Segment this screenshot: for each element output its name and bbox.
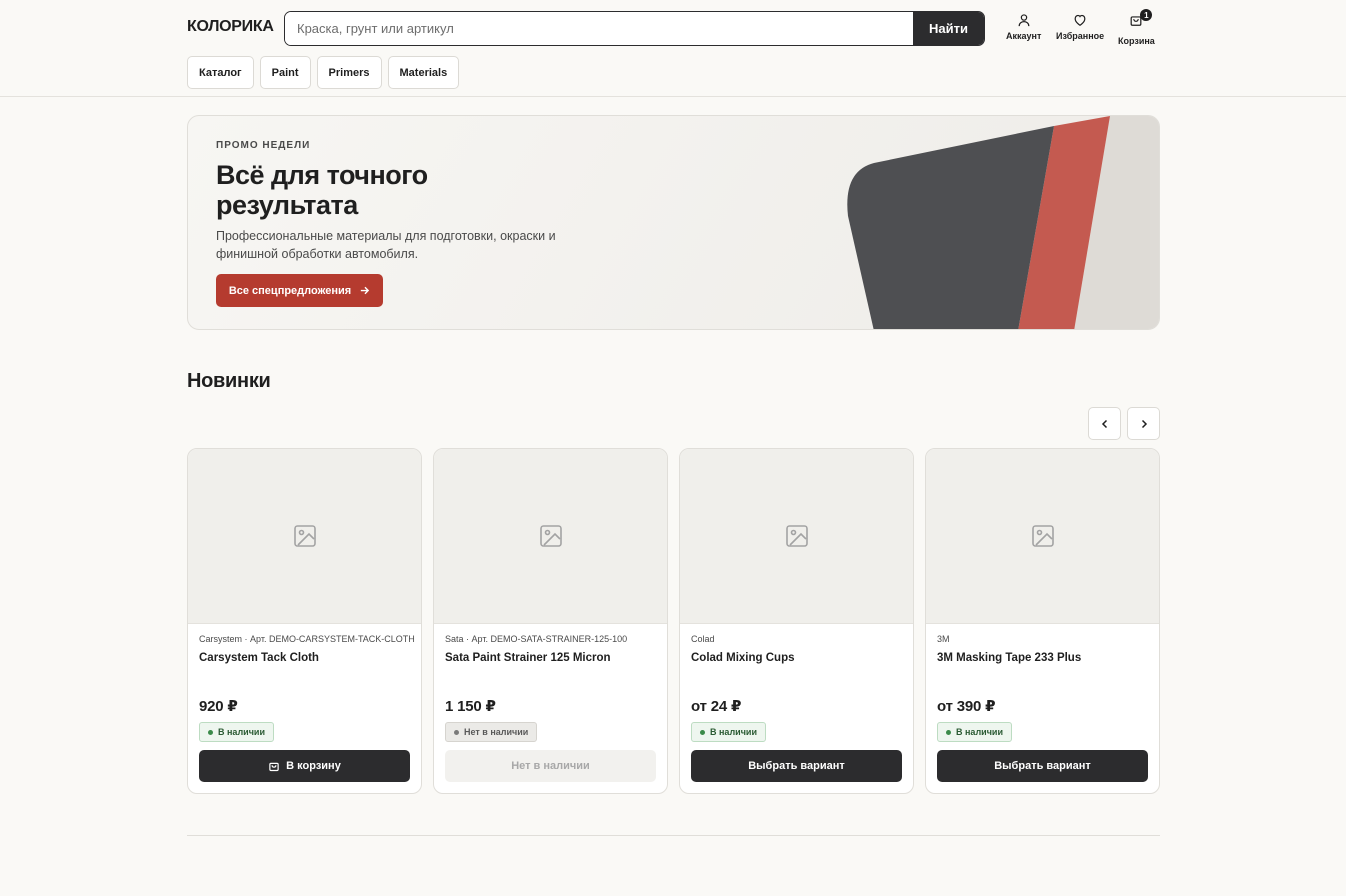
promo-shape-red	[1018, 116, 1110, 329]
section-title: Новинки	[187, 370, 271, 392]
product-image-placeholder	[680, 449, 913, 624]
shopping-bag-icon	[269, 762, 279, 772]
product-image-placeholder	[188, 449, 421, 624]
account-link[interactable]: Аккаунт	[1006, 13, 1041, 41]
account-label: Аккаунт	[1006, 31, 1042, 41]
product-card[interactable]: Sata · Арт. DEMO-SATA-STRAINER-125-100 S…	[433, 448, 668, 794]
stock-badge: Нет в наличии	[445, 722, 538, 742]
search-button[interactable]: Найти	[913, 12, 984, 45]
product-price: 920 ₽	[199, 698, 238, 715]
stock-label: В наличии	[956, 727, 1003, 737]
stock-badge: В наличии	[691, 722, 766, 742]
product-name[interactable]: Colad Mixing Cups	[691, 652, 903, 664]
stock-dot	[208, 729, 213, 735]
cart-icon-wrap: 1	[1129, 9, 1153, 32]
nav-item-materials[interactable]: Materials	[387, 56, 460, 89]
stock-label: Нет в наличии	[464, 727, 529, 737]
cart-label: Корзина	[1118, 36, 1155, 46]
product-meta: Carsystem · Арт. DEMO-CARSYSTEM-TACK-CLO…	[199, 634, 415, 644]
promo-banner: ПРОМО НЕДЕЛИ Всё для точного результата …	[187, 115, 1160, 330]
cart-link[interactable]: 1 Корзина	[1118, 9, 1155, 46]
carousel-prev-button[interactable]	[1088, 407, 1121, 440]
product-meta: 3M	[937, 634, 950, 644]
out-of-stock-button: Нет в наличии	[445, 750, 656, 782]
stock-dot	[700, 729, 705, 735]
footer-divider	[187, 835, 1160, 836]
product-card[interactable]: Colad Colad Mixing Cups от 24 ₽ В наличи…	[679, 448, 914, 794]
promo-shape-light	[1074, 116, 1159, 329]
product-name[interactable]: Sata Paint Strainer 125 Micron	[445, 652, 657, 664]
promo-title: Всё для точного результата	[216, 160, 428, 220]
product-meta: Colad	[691, 634, 715, 644]
product-card[interactable]: 3M 3M Masking Tape 233 Plus от 390 ₽ В н…	[925, 448, 1160, 794]
stock-dot	[946, 729, 951, 735]
promo-description: Профессиональные материалы для подготовк…	[216, 229, 556, 261]
stock-dot	[454, 729, 459, 735]
product-name[interactable]: 3M Masking Tape 233 Plus	[937, 652, 1149, 664]
user-icon	[1018, 14, 1030, 27]
chevron-right-icon	[1141, 419, 1147, 428]
stock-label: В наличии	[710, 727, 757, 737]
nav-item-primers[interactable]: Primers	[316, 56, 382, 89]
nav-item-paint[interactable]: Paint	[259, 56, 311, 89]
search-input[interactable]	[285, 12, 913, 45]
stock-badge: В наличии	[199, 722, 274, 742]
promo-shape-dark	[847, 126, 1054, 329]
carousel-next-button[interactable]	[1127, 407, 1160, 440]
add-to-cart-button[interactable]: В корзину	[199, 750, 410, 782]
site-header: КОЛОРИКА Найти Аккаунт Избранное 1 Корзи…	[0, 0, 1346, 97]
image-placeholder-icon	[539, 525, 562, 547]
all-offers-button[interactable]: Все спецпредложения	[216, 274, 383, 307]
category-nav: Каталог Paint Primers Materials	[187, 56, 460, 89]
heart-icon	[1074, 14, 1086, 26]
chevron-left-icon	[1101, 419, 1107, 428]
all-offers-label: Все спецпредложения	[228, 284, 352, 297]
product-meta: Sata · Арт. DEMO-SATA-STRAINER-125-100	[445, 634, 628, 644]
choose-variant-button[interactable]: Выбрать вариант	[691, 750, 902, 782]
image-placeholder-icon	[785, 525, 808, 547]
product-price: от 24 ₽	[691, 698, 742, 715]
choose-variant-button[interactable]: Выбрать вариант	[937, 750, 1148, 782]
nav-item-catalog[interactable]: Каталог	[187, 56, 254, 89]
stock-label: В наличии	[218, 727, 265, 737]
product-image-placeholder	[926, 449, 1159, 624]
cart-count-badge: 1	[1140, 9, 1153, 21]
image-placeholder-icon	[1031, 525, 1054, 547]
promo-eyebrow: ПРОМО НЕДЕЛИ	[216, 140, 311, 151]
product-name[interactable]: Carsystem Tack Cloth	[199, 652, 411, 664]
product-card[interactable]: Carsystem · Арт. DEMO-CARSYSTEM-TACK-CLO…	[187, 448, 422, 794]
product-price: от 390 ₽	[937, 698, 996, 715]
add-to-cart-label: В корзину	[286, 760, 341, 772]
product-image-placeholder	[434, 449, 667, 624]
product-price: 1 150 ₽	[445, 698, 496, 715]
search-bar: Найти	[284, 11, 985, 46]
image-placeholder-icon	[293, 525, 316, 547]
site-logo[interactable]: КОЛОРИКА	[187, 18, 274, 36]
arrow-right-icon	[361, 286, 370, 295]
stock-badge: В наличии	[937, 722, 1012, 742]
favorites-link[interactable]: Избранное	[1056, 13, 1104, 41]
favorites-label: Избранное	[1056, 31, 1105, 41]
